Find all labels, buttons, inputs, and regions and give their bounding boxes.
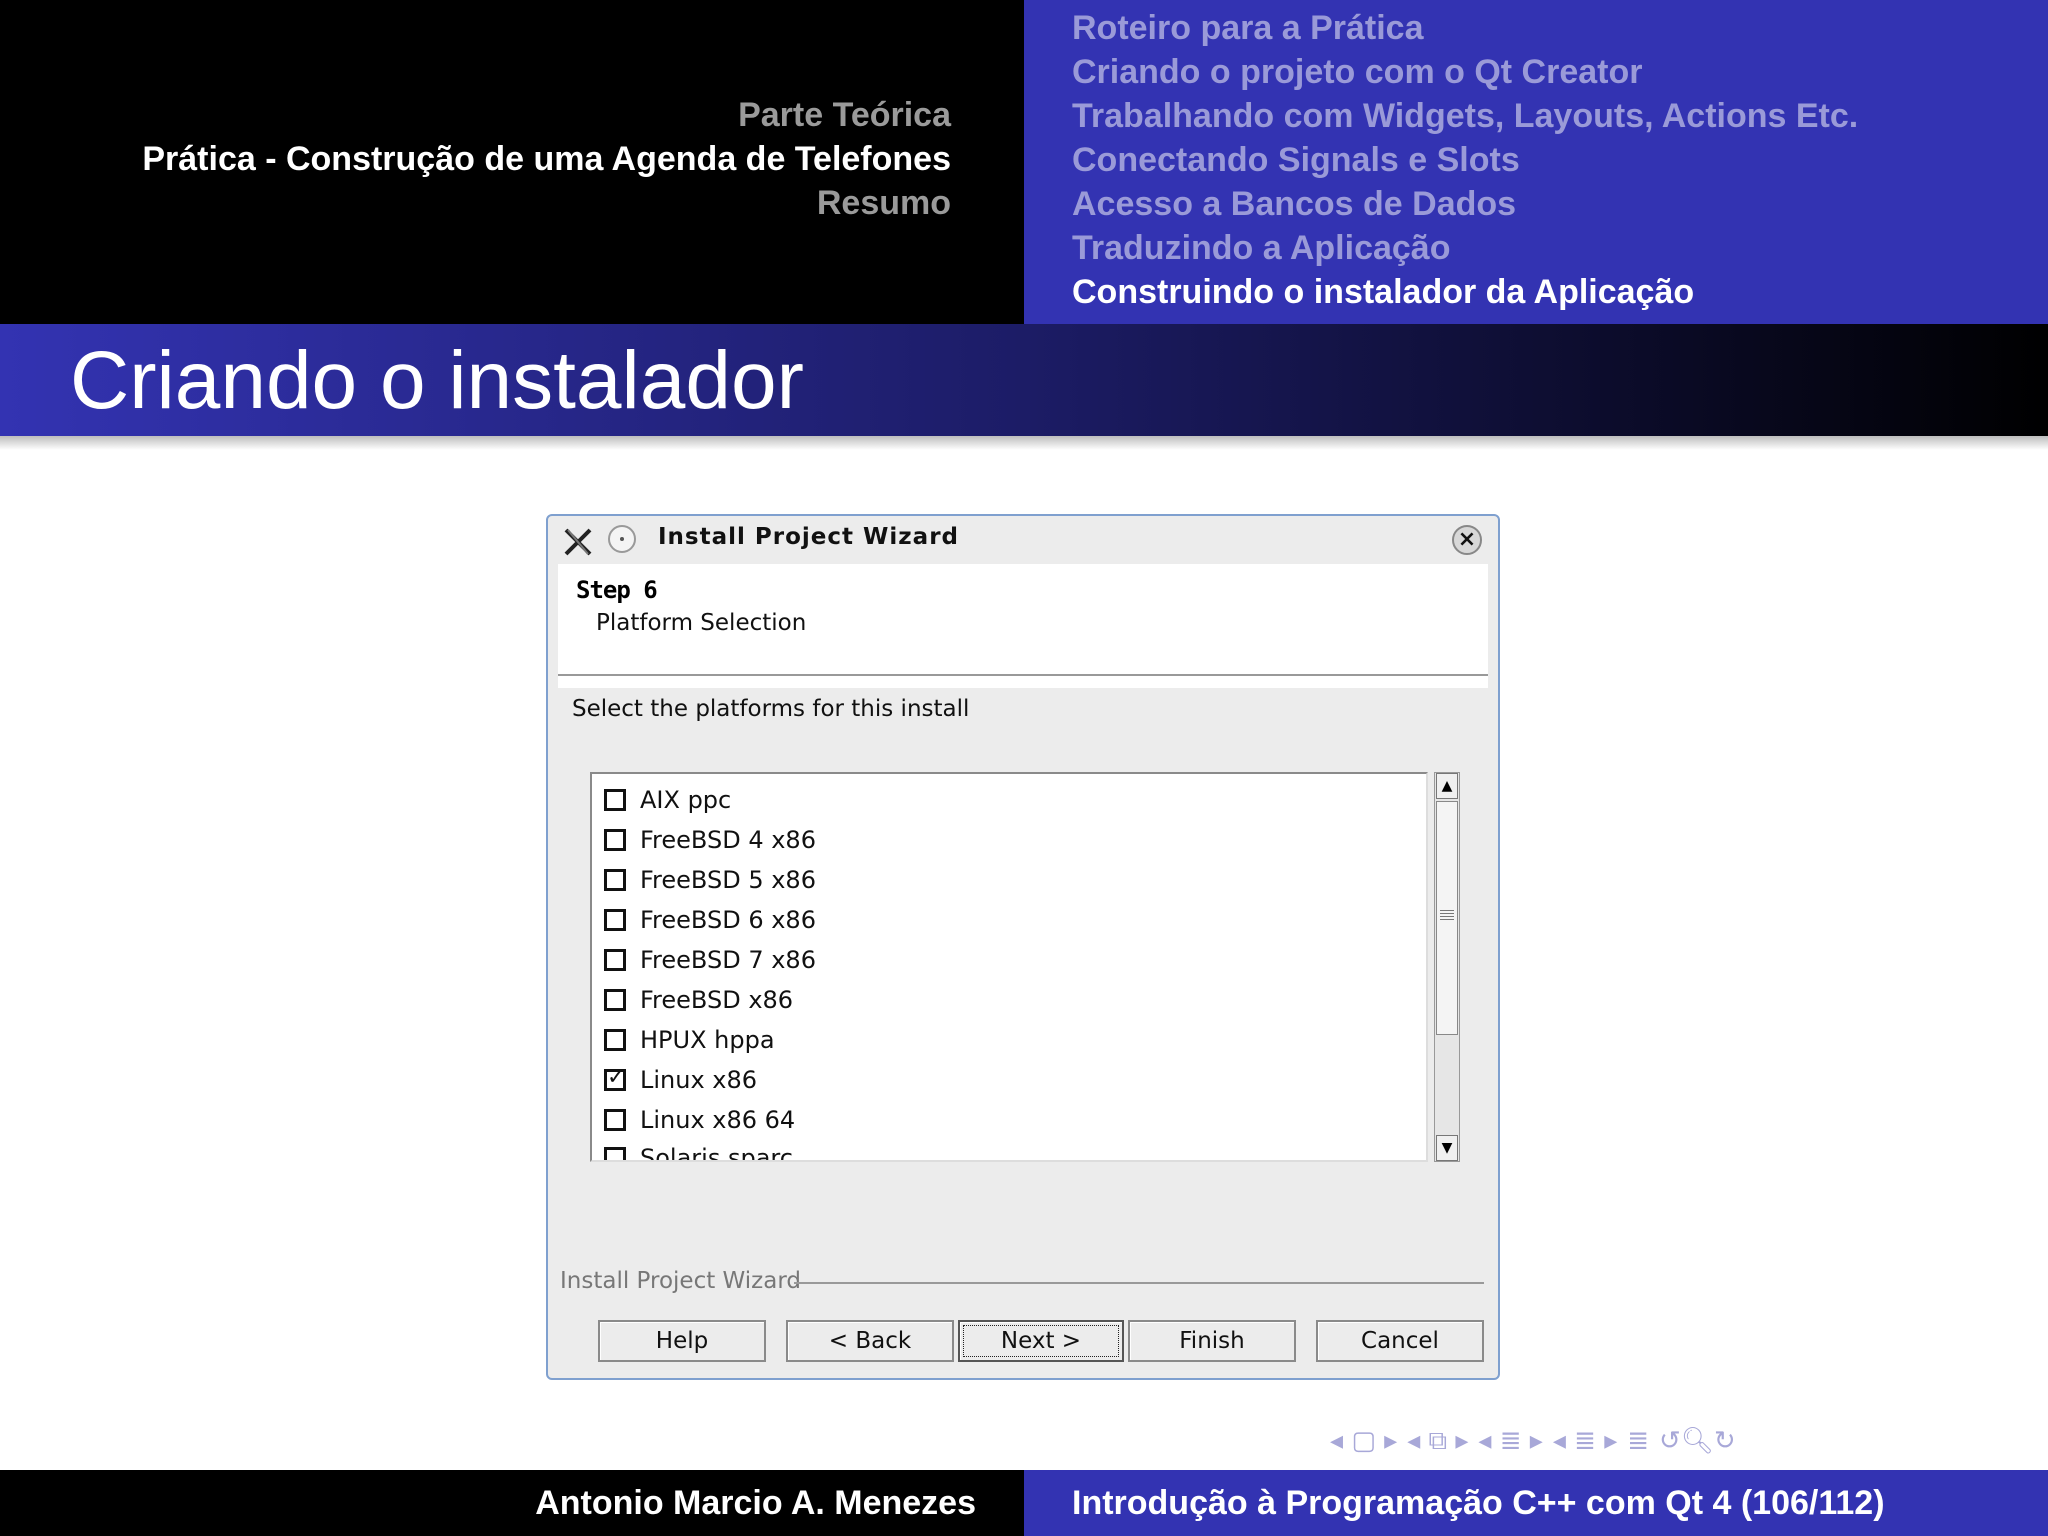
x-window-icon[interactable]: [562, 526, 594, 558]
platform-label: HPUX hppa: [640, 1026, 775, 1054]
nav-search-back-icon[interactable]: ↺🔍︎↻: [1659, 1426, 1736, 1456]
beamer-nav-symbols: ◂ ▢ ▸ ◂ ⧉ ▸ ◂ ≣ ▸ ◂ ≣ ▸ ≣ ↺🔍︎↻: [1330, 1424, 1746, 1458]
platform-label: FreeBSD x86: [640, 986, 794, 1014]
header-subsections-panel: Roteiro para a Prática Criando o projeto…: [1024, 0, 2048, 324]
platform-label: FreeBSD 7 x86: [640, 946, 816, 974]
platform-checkbox-checked[interactable]: [604, 1065, 626, 1091]
dialog-title: Install Project Wizard: [658, 524, 959, 550]
scroll-up-icon[interactable]: ▲: [1436, 773, 1458, 799]
nav-document-icon[interactable]: ◂ ≣ ▸: [1553, 1426, 1617, 1456]
help-button[interactable]: Help: [598, 1320, 766, 1362]
section-item-resumo[interactable]: Resumo: [142, 181, 951, 225]
header-divider: [558, 674, 1488, 676]
platform-checkbox[interactable]: [604, 1029, 626, 1051]
wizard-group-label: Install Project Wizard: [560, 1268, 801, 1294]
frame-title-bar: Criando o instalador: [0, 324, 2048, 436]
step-subtitle: Platform Selection: [596, 610, 807, 636]
list-item[interactable]: FreeBSD 4 x86: [604, 820, 816, 860]
nav-prev-frame-icon[interactable]: ◂ ▢ ▸: [1330, 1426, 1397, 1456]
platform-checkbox[interactable]: [604, 1147, 626, 1160]
close-icon[interactable]: ×: [1452, 525, 1482, 555]
finish-button[interactable]: Finish: [1128, 1320, 1296, 1362]
subsection-item-roteiro[interactable]: Roteiro para a Prática: [1072, 6, 1858, 50]
list-item[interactable]: Linux x86 64: [604, 1100, 795, 1140]
frame-title: Criando o instalador: [70, 335, 804, 426]
subsection-item-widgets[interactable]: Trabalhando com Widgets, Layouts, Action…: [1072, 94, 1858, 138]
cancel-button[interactable]: Cancel: [1316, 1320, 1484, 1362]
platform-label: Solaris sparc: [640, 1144, 793, 1162]
dialog-titlebar[interactable]: Install Project Wizard ×: [548, 516, 1498, 564]
platform-checkbox[interactable]: [604, 909, 626, 931]
subsection-item-signals[interactable]: Conectando Signals e Slots: [1072, 138, 1858, 182]
subsection-item-criando-projeto[interactable]: Criando o projeto com o Qt Creator: [1072, 50, 1858, 94]
platform-label: FreeBSD 5 x86: [640, 866, 816, 894]
list-item[interactable]: FreeBSD 7 x86: [604, 940, 816, 980]
list-item[interactable]: FreeBSD x86: [604, 980, 793, 1020]
scroll-thumb[interactable]: [1436, 801, 1458, 1035]
subsection-item-bancos[interactable]: Acesso a Bancos de Dados: [1072, 182, 1858, 226]
platform-checkbox[interactable]: [604, 789, 626, 811]
platform-checkbox[interactable]: [604, 829, 626, 851]
list-item[interactable]: HPUX hppa: [604, 1020, 775, 1060]
platform-checkbox[interactable]: [604, 989, 626, 1011]
list-item[interactable]: AIX ppc: [604, 780, 731, 820]
subsection-item-instalador[interactable]: Construindo o instalador da Aplicação: [1072, 270, 1858, 314]
nav-section-icon[interactable]: ◂ ≣ ▸: [1478, 1426, 1542, 1456]
footer-author: Antonio Marcio A. Menezes: [535, 1484, 976, 1522]
platform-prompt: Select the platforms for this install: [572, 696, 970, 722]
footer-title-panel: Introdução à Programação C++ com Qt 4 (1…: [1024, 1470, 2048, 1536]
back-button[interactable]: < Back: [786, 1320, 954, 1362]
section-item-pratica[interactable]: Prática - Construção de uma Agenda de Te…: [142, 137, 951, 181]
step-title: Step 6: [576, 576, 658, 604]
next-button[interactable]: Next >: [958, 1320, 1124, 1362]
install-wizard-dialog: Install Project Wizard × Step 6 Platform…: [546, 514, 1500, 1380]
platform-label: Linux x86: [640, 1066, 758, 1094]
platform-checkbox[interactable]: [604, 1109, 626, 1131]
nav-subsection-icon[interactable]: ◂ ⧉ ▸: [1407, 1426, 1468, 1457]
section-item-parte-teorica[interactable]: Parte Teórica: [142, 93, 951, 137]
title-shadow: [0, 436, 2048, 450]
list-item[interactable]: FreeBSD 5 x86: [604, 860, 816, 900]
list-item[interactable]: Linux x86: [604, 1060, 757, 1100]
platform-label: FreeBSD 6 x86: [640, 906, 816, 934]
platform-label: Linux x86 64: [640, 1106, 796, 1134]
list-item[interactable]: Solaris sparc: [604, 1138, 793, 1162]
platform-checkbox[interactable]: [604, 869, 626, 891]
step-header-panel: Step 6 Platform Selection: [558, 564, 1488, 688]
wizard-group-line: [794, 1282, 1484, 1284]
header-sections-panel: Parte Teórica Prática - Construção de um…: [0, 0, 1024, 324]
footer-title: Introdução à Programação C++ com Qt 4 (1…: [1072, 1484, 1885, 1522]
footer-author-panel: Antonio Marcio A. Menezes: [0, 1470, 1024, 1536]
subsection-item-traduzindo[interactable]: Traduzindo a Aplicação: [1072, 226, 1858, 270]
platform-checkbox[interactable]: [604, 949, 626, 971]
platform-label: FreeBSD 4 x86: [640, 826, 816, 854]
nav-appendix-icon[interactable]: ≣: [1627, 1426, 1649, 1456]
platform-list[interactable]: AIX ppc FreeBSD 4 x86 FreeBSD 5 x86 Free…: [590, 772, 1428, 1162]
scroll-down-icon[interactable]: ▼: [1436, 1135, 1458, 1161]
list-item[interactable]: FreeBSD 6 x86: [604, 900, 816, 940]
section-nav: Parte Teórica Prática - Construção de um…: [142, 93, 951, 225]
grip-icon: [1440, 910, 1454, 922]
list-scrollbar[interactable]: ▲ ▼: [1434, 772, 1460, 1162]
subsection-nav: Roteiro para a Prática Criando o projeto…: [1072, 6, 1858, 314]
platform-label: AIX ppc: [640, 786, 732, 814]
pin-icon[interactable]: [608, 525, 636, 553]
